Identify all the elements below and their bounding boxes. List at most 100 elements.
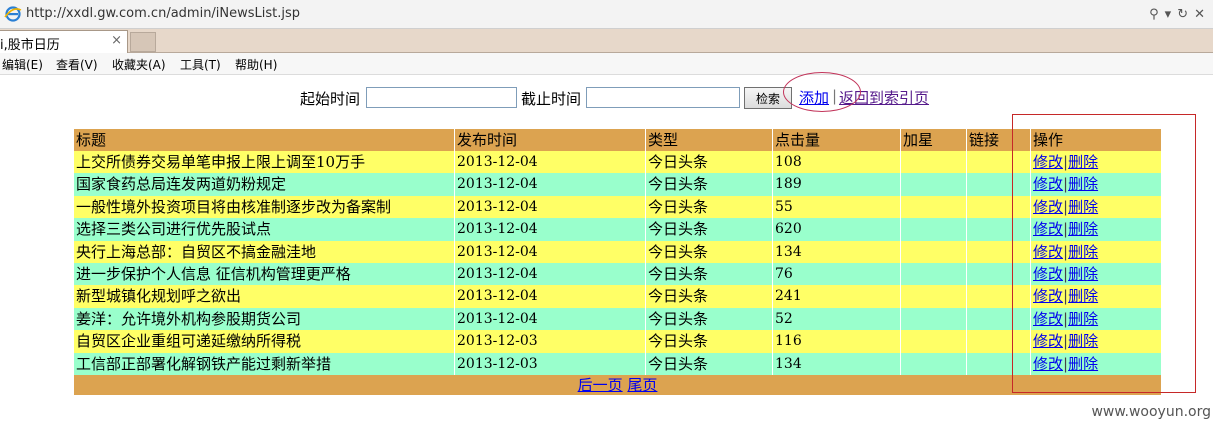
row-star (901, 352, 967, 375)
row-clicks: 116 (773, 330, 901, 353)
row-date: 2013-12-04 (455, 195, 646, 219)
table-row: 自贸区企业重组可递延缴纳所得税 2013-12-03 今日头条 116 修改|删… (74, 330, 1161, 353)
row-star (901, 240, 967, 263)
browser-tab[interactable]: i,股市日历 × (0, 30, 128, 53)
delete-link[interactable]: 删除 (1068, 355, 1098, 373)
edit-link[interactable]: 修改 (1033, 310, 1063, 328)
row-star (901, 262, 967, 286)
table-row: 一般性境外投资项目将由核准制逐步改为备案制 2013-12-04 今日头条 55… (74, 195, 1161, 219)
edit-link[interactable]: 修改 (1033, 198, 1063, 216)
row-title: 进一步保护个人信息 征信机构管理更严格 (74, 262, 455, 286)
header-date: 发布时间 (455, 129, 646, 151)
back-to-index-link[interactable]: 返回到索引页 (839, 87, 929, 108)
delete-link[interactable]: 删除 (1068, 220, 1098, 238)
delete-link[interactable]: 删除 (1068, 287, 1098, 305)
delete-link[interactable]: 删除 (1068, 265, 1098, 283)
delete-link[interactable]: 删除 (1068, 310, 1098, 328)
stop-icon[interactable]: ✕ (1194, 7, 1205, 22)
edit-link[interactable]: 修改 (1033, 153, 1063, 171)
link-separator: | (832, 87, 838, 105)
pager: 后一页 尾页 (74, 374, 1161, 395)
row-star (901, 173, 967, 196)
add-link[interactable]: 添加 (799, 87, 829, 108)
end-time-input[interactable] (586, 87, 740, 108)
row-star (901, 151, 967, 174)
row-clicks: 55 (773, 195, 901, 219)
menu-help[interactable]: 帮助(H) (235, 56, 277, 73)
row-title: 新型城镇化规划呼之欲出 (74, 285, 455, 308)
table-row: 央行上海总部：自贸区不搞金融洼地 2013-12-04 今日头条 134 修改|… (74, 240, 1161, 263)
menu-tools[interactable]: 工具(T) (180, 56, 221, 73)
table-row: 姜洋：允许境外机构参股期货公司 2013-12-04 今日头条 52 修改|删除 (74, 307, 1161, 331)
table-row: 上交所债券交易单笔申报上限上调至10万手 2013-12-04 今日头条 108… (74, 151, 1161, 174)
row-title: 一般性境外投资项目将由核准制逐步改为备案制 (74, 195, 455, 219)
new-tab-button[interactable] (130, 32, 156, 52)
edit-link[interactable]: 修改 (1033, 220, 1063, 238)
delete-link[interactable]: 删除 (1068, 198, 1098, 216)
edit-link[interactable]: 修改 (1033, 332, 1063, 350)
search-icon[interactable]: ⚲ (1149, 7, 1159, 22)
table-row: 工信部正部署化解钢铁产能过剩新举措 2013-12-03 今日头条 134 修改… (74, 352, 1161, 375)
menu-edit[interactable]: 编辑(E) (2, 56, 43, 73)
delete-link[interactable]: 删除 (1068, 243, 1098, 261)
row-type: 今日头条 (646, 352, 773, 375)
edit-link[interactable]: 修改 (1033, 265, 1063, 283)
url-field[interactable]: http://xxdl.gw.com.cn/admin/iNewsList.js… (26, 6, 300, 21)
row-ops: 修改|删除 (1031, 308, 1161, 330)
row-ops: 修改|删除 (1031, 173, 1161, 195)
row-clicks: 134 (773, 352, 901, 375)
delete-link[interactable]: 删除 (1068, 175, 1098, 193)
row-clicks: 620 (773, 218, 901, 241)
news-table: 标题 发布时间 类型 点击量 加星 链接 操作 上交所债券交易单笔申报上限上调至… (74, 129, 1161, 395)
row-link (967, 262, 1031, 286)
edit-link[interactable]: 修改 (1033, 243, 1063, 261)
delete-link[interactable]: 删除 (1068, 332, 1098, 350)
tab-strip: i,股市日历 × (0, 29, 1213, 53)
row-link (967, 240, 1031, 263)
menu-favorites[interactable]: 收藏夹(A) (112, 56, 166, 73)
row-title: 上交所债券交易单笔申报上限上调至10万手 (74, 151, 455, 174)
menu-view[interactable]: 查看(V) (56, 56, 98, 73)
row-ops: 修改|删除 (1031, 241, 1161, 263)
row-link (967, 307, 1031, 331)
delete-link[interactable]: 删除 (1068, 153, 1098, 171)
header-link: 链接 (967, 129, 1031, 151)
row-ops: 修改|删除 (1031, 196, 1161, 218)
row-clicks: 108 (773, 151, 901, 174)
row-star (901, 218, 967, 241)
edit-link[interactable]: 修改 (1033, 175, 1063, 193)
row-clicks: 241 (773, 285, 901, 308)
last-page-link[interactable]: 尾页 (627, 376, 657, 394)
row-title: 选择三类公司进行优先股试点 (74, 218, 455, 241)
row-type: 今日头条 (646, 330, 773, 353)
edit-link[interactable]: 修改 (1033, 355, 1063, 373)
row-type: 今日头条 (646, 195, 773, 219)
row-clicks: 189 (773, 173, 901, 196)
table-row: 国家食药总局连发两道奶粉规定 2013-12-04 今日头条 189 修改|删除 (74, 173, 1161, 196)
row-date: 2013-12-04 (455, 218, 646, 241)
refresh-icon[interactable]: ↻ (1177, 7, 1188, 22)
header-star: 加星 (901, 129, 967, 151)
dropdown-icon[interactable]: ▾ (1165, 7, 1172, 22)
row-type: 今日头条 (646, 285, 773, 308)
next-page-link[interactable]: 后一页 (578, 376, 623, 394)
table-row: 进一步保护个人信息 征信机构管理更严格 2013-12-04 今日头条 76 修… (74, 262, 1161, 286)
row-date: 2013-12-04 (455, 285, 646, 308)
start-time-input[interactable] (366, 87, 517, 108)
header-clicks: 点击量 (773, 129, 901, 151)
row-date: 2013-12-04 (455, 173, 646, 196)
row-title: 自贸区企业重组可递延缴纳所得税 (74, 330, 455, 353)
row-title: 国家食药总局连发两道奶粉规定 (74, 173, 455, 196)
row-type: 今日头条 (646, 262, 773, 286)
tab-close-icon[interactable]: × (111, 33, 122, 48)
menu-bar: 编辑(E) 查看(V) 收藏夹(A) 工具(T) 帮助(H) (0, 53, 1213, 75)
row-ops: 修改|删除 (1031, 151, 1161, 173)
search-button[interactable]: 检索 (744, 87, 792, 109)
row-title: 央行上海总部：自贸区不搞金融洼地 (74, 240, 455, 263)
start-time-label: 起始时间 (300, 90, 361, 108)
row-clicks: 76 (773, 262, 901, 286)
row-link (967, 173, 1031, 196)
edit-link[interactable]: 修改 (1033, 287, 1063, 305)
row-link (967, 218, 1031, 241)
table-row: 新型城镇化规划呼之欲出 2013-12-04 今日头条 241 修改|删除 (74, 285, 1161, 308)
